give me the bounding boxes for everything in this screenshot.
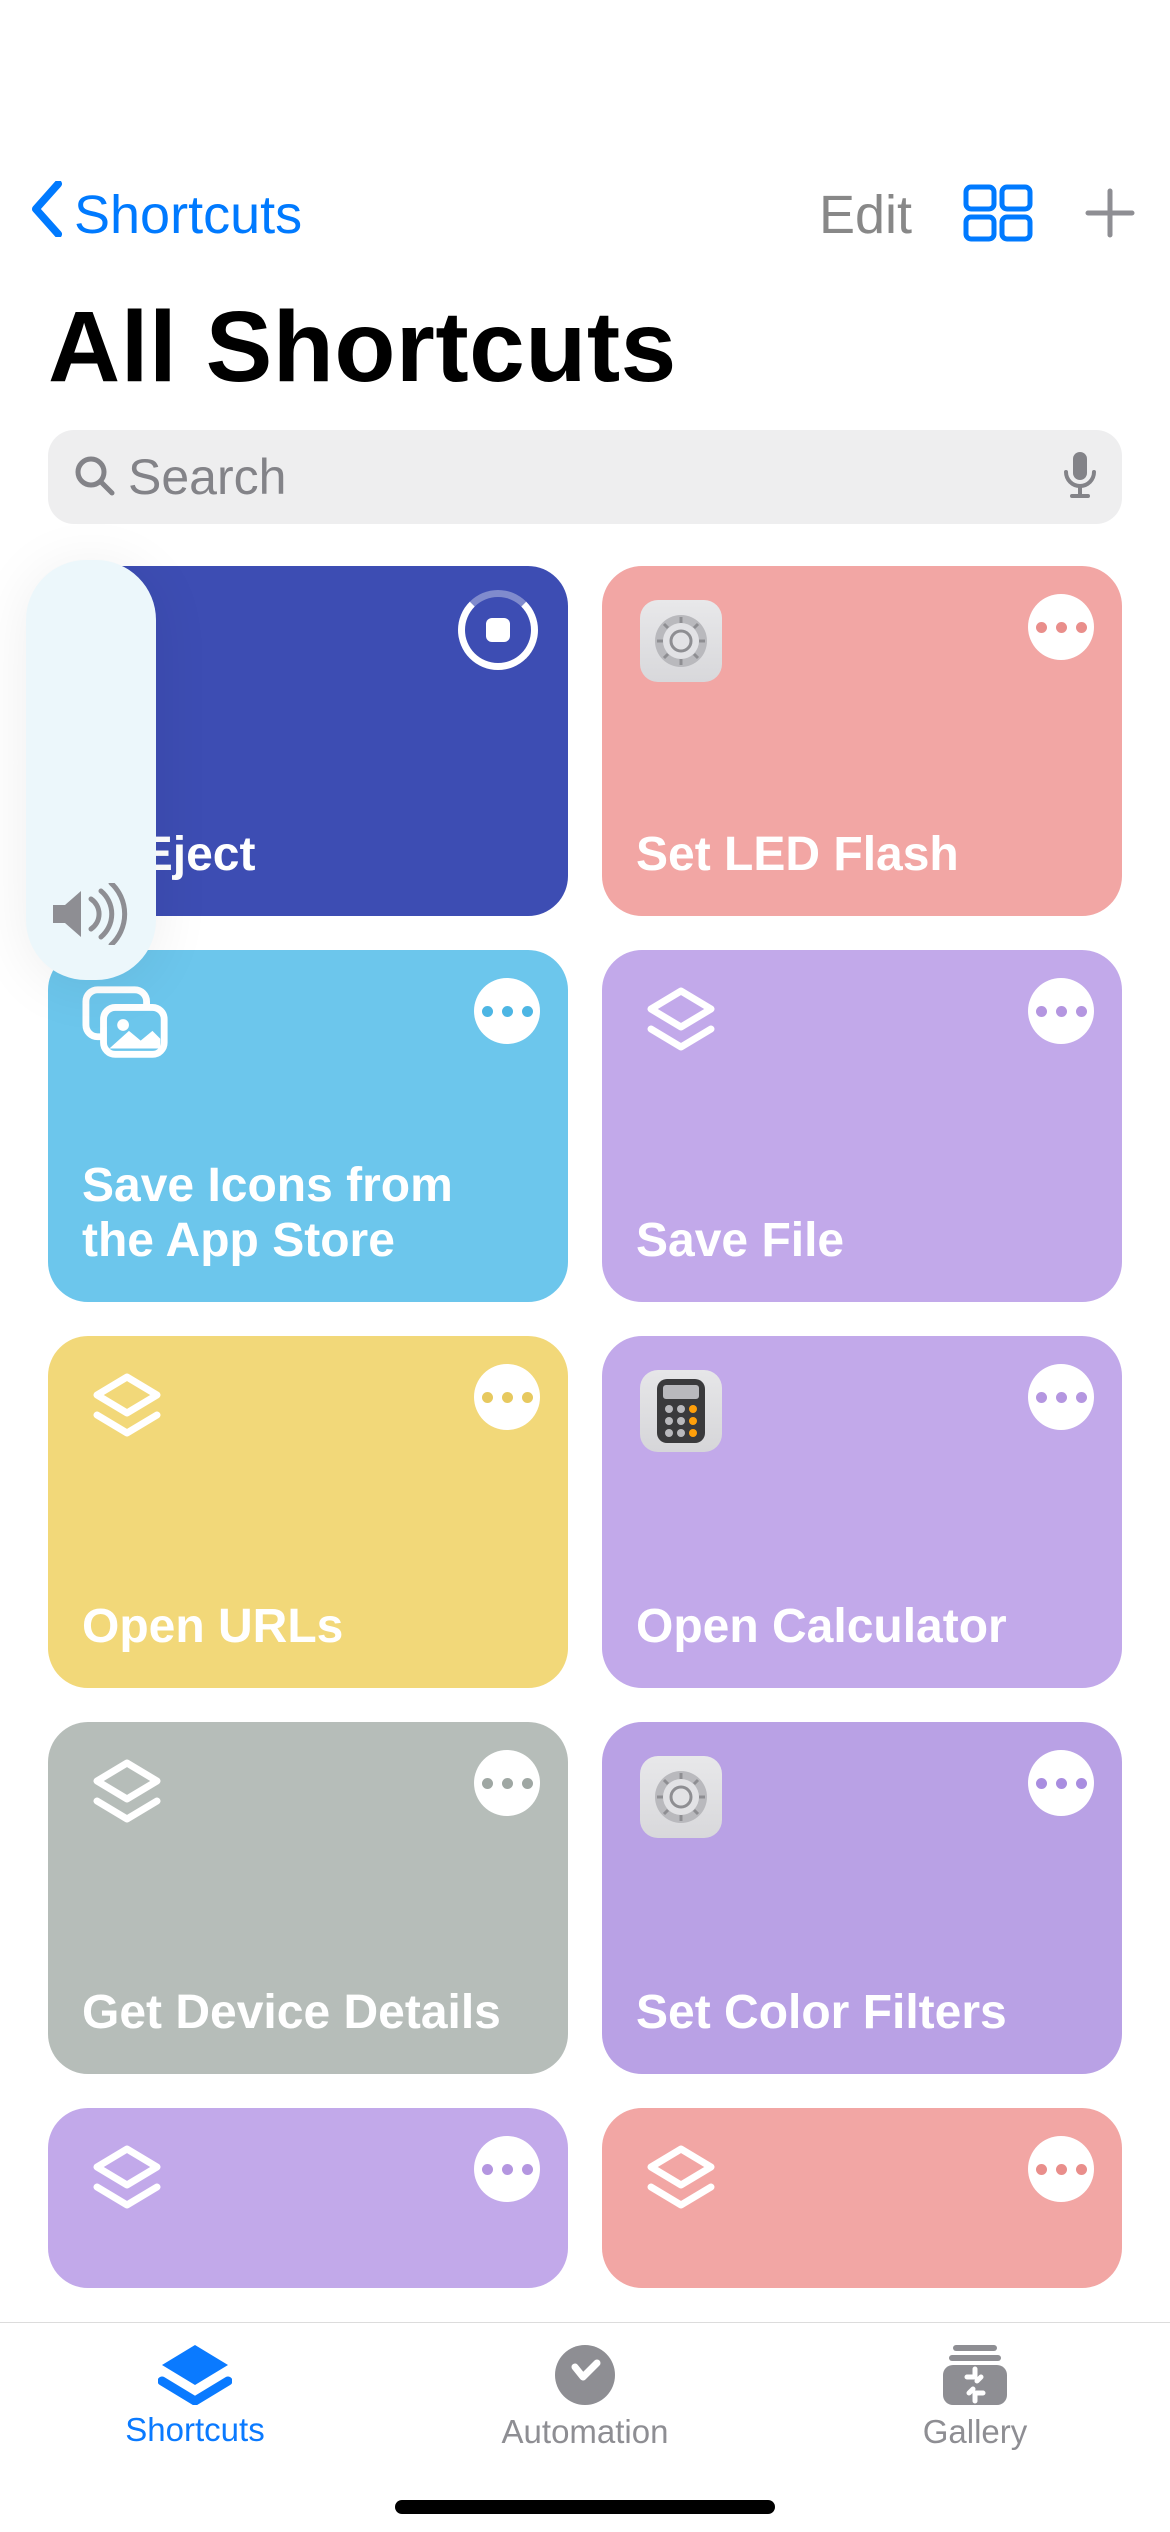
more-button[interactable] [474,1364,540,1430]
page-title: All Shortcuts [48,290,677,405]
ellipsis-icon [1036,1006,1087,1017]
ellipsis-icon [482,1778,533,1789]
more-button[interactable] [1028,1364,1094,1430]
layers-icon [89,1757,165,1837]
more-button[interactable] [474,978,540,1044]
ellipsis-icon [1036,1392,1087,1403]
chevron-left-icon [30,181,64,250]
tab-label: Shortcuts [125,2411,264,2449]
shortcut-title: Save Icons from the App Store [82,1158,489,1268]
more-button[interactable] [474,2136,540,2202]
shortcut-card-open-urls[interactable]: Open URLs [48,1336,568,1688]
ellipsis-icon [1036,622,1087,633]
ellipsis-icon [482,2164,533,2175]
volume-hud [26,560,156,980]
automation-tab-icon [553,2343,617,2407]
shortcut-card-save-icons[interactable]: Save Icons from the App Store [48,950,568,1302]
search-field[interactable]: Search [48,430,1122,524]
gallery-tab-icon [939,2343,1011,2407]
shortcut-card-partial[interactable] [602,2108,1122,2288]
more-button[interactable] [1028,594,1094,660]
shortcut-title: Set Color Filters [636,1985,1088,2040]
shortcut-card-get-device-details[interactable]: Get Device Details [48,1722,568,2074]
photos-icon [82,985,172,1065]
more-button[interactable] [1028,1750,1094,1816]
shortcut-title: Open URLs [82,1599,534,1654]
ellipsis-icon [1036,1778,1087,1789]
shortcuts-tab-icon [158,2343,232,2405]
ellipsis-icon [482,1392,533,1403]
plus-icon [1080,183,1140,243]
shortcut-title: Get Device Details [82,1985,534,2040]
microphone-icon[interactable] [1062,450,1098,505]
settings-app-icon [640,600,722,682]
shortcut-title: Set LED Flash [636,827,1088,882]
shortcut-card-save-file[interactable]: Save File [602,950,1122,1302]
tab-shortcuts[interactable]: Shortcuts [0,2343,390,2532]
shortcut-card-set-led-flash[interactable]: Set LED Flash [602,566,1122,916]
back-button[interactable]: Shortcuts [30,181,302,250]
search-icon [72,453,116,502]
layers-icon [643,985,719,1065]
layers-icon [89,2143,165,2223]
grid-view-button[interactable] [962,183,1034,248]
ellipsis-icon [482,1006,533,1017]
add-button[interactable] [1080,183,1140,248]
shortcut-card-set-color-filters[interactable]: Set Color Filters [602,1722,1122,2074]
layers-icon [643,2143,719,2223]
settings-app-icon [640,1756,722,1838]
back-label: Shortcuts [74,184,302,246]
shortcuts-grid: er Eject Set LED Flash Save Icons f [0,566,1170,2322]
edit-button[interactable]: Edit [819,184,912,246]
shortcut-title: Save File [636,1213,1088,1268]
home-indicator[interactable] [395,2500,775,2514]
ellipsis-icon [1036,2164,1087,2175]
nav-bar: Shortcuts Edit [0,160,1170,270]
more-button[interactable] [474,1750,540,1816]
shortcut-title: Open Calculator [636,1599,1088,1654]
search-placeholder: Search [128,448,1062,506]
tab-label: Automation [502,2413,669,2451]
stop-icon [486,618,510,642]
tab-gallery[interactable]: Gallery [780,2343,1170,2532]
calculator-app-icon [640,1370,722,1452]
stop-running-button[interactable] [458,590,538,670]
grid-icon [962,183,1034,243]
tab-label: Gallery [923,2413,1028,2451]
shortcut-card-open-calculator[interactable]: Open Calculator [602,1336,1122,1688]
shortcut-card-partial[interactable] [48,2108,568,2288]
more-button[interactable] [1028,978,1094,1044]
speaker-icon [49,883,133,950]
more-button[interactable] [1028,2136,1094,2202]
layers-icon [89,1371,165,1451]
